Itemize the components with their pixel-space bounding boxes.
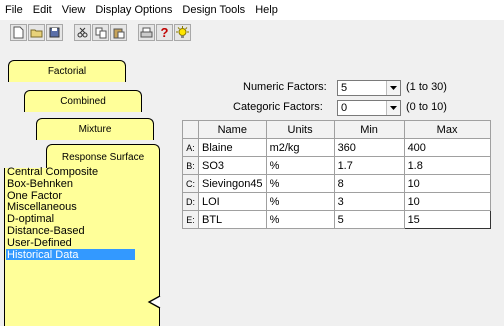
design-distance-based[interactable]: Distance-Based <box>6 225 146 237</box>
tab-mixture-label: Mixture <box>78 124 112 135</box>
tab-factorial-label: Factorial <box>47 66 87 77</box>
row-id: A: <box>182 138 199 157</box>
grid-header-row: Name Units Min Max <box>182 120 491 139</box>
table-row: A: Blaine m2/kg 360 400 <box>182 138 491 157</box>
design-user-defined[interactable]: User-Defined <box>6 237 146 249</box>
categoric-factors-range: (0 to 10) <box>406 101 447 113</box>
tab-combined[interactable]: Combined <box>24 90 142 112</box>
column-header-max: Max <box>403 120 491 139</box>
design-box-behnken[interactable]: Box-Behnken <box>6 178 146 190</box>
column-header-units: Units <box>265 120 335 139</box>
tab-combined-label: Combined <box>60 96 106 107</box>
chevron-down-icon[interactable] <box>386 101 400 115</box>
copy-icon[interactable] <box>92 24 109 41</box>
table-row: B: SO3 % 1.7 1.8 <box>182 156 491 175</box>
cell-max[interactable]: 1.8 <box>403 156 491 175</box>
numeric-factors-range: (1 to 30) <box>406 81 447 93</box>
cell-units[interactable]: % <box>265 174 335 193</box>
new-file-icon[interactable] <box>10 24 27 41</box>
cell-min[interactable]: 5 <box>333 210 405 229</box>
categoric-factors-label: Categoric Factors: <box>233 101 323 113</box>
cell-name[interactable]: SO3 <box>198 156 267 175</box>
tab-factorial[interactable]: Factorial <box>8 60 126 82</box>
table-row: D: LOI % 3 10 <box>182 192 491 211</box>
cell-units[interactable]: % <box>265 192 335 211</box>
categoric-factors-value: 0 <box>341 102 348 114</box>
cell-units[interactable]: % <box>265 156 335 175</box>
row-id: D: <box>182 192 199 211</box>
cell-max[interactable]: 10 <box>403 174 491 193</box>
cell-min[interactable]: 1.7 <box>333 156 405 175</box>
design-historical-data[interactable]: Historical Data <box>6 248 135 260</box>
menu-file[interactable]: File <box>0 4 28 16</box>
row-id: B: <box>182 156 199 175</box>
help-icon[interactable]: ? <box>156 24 173 41</box>
factor-grid: Name Units Min Max A: Blaine m2/kg 360 4… <box>182 120 491 229</box>
tab-mixture[interactable]: Mixture <box>36 118 154 140</box>
cell-name[interactable]: BTL <box>198 210 267 229</box>
row-id: E: <box>182 210 199 229</box>
save-icon[interactable] <box>46 24 63 41</box>
design-miscellaneous[interactable]: Miscellaneous <box>6 201 146 213</box>
table-row: E: BTL % 5 15 <box>182 210 491 229</box>
open-folder-icon[interactable] <box>28 24 45 41</box>
tab-response-surface-label: Response Surface <box>61 152 145 163</box>
cell-name[interactable]: Blaine <box>198 138 267 157</box>
tip-icon[interactable] <box>174 24 191 41</box>
paste-icon[interactable] <box>110 24 127 41</box>
column-header-name: Name <box>198 120 267 139</box>
grid-corner <box>182 120 199 139</box>
cell-max-editing[interactable]: 15 <box>403 210 491 229</box>
menu-display-options[interactable]: Display Options <box>90 4 177 16</box>
table-row: C: Sievingon45 % 8 10 <box>182 174 491 193</box>
column-header-min: Min <box>333 120 405 139</box>
print-icon[interactable] <box>138 24 155 41</box>
cell-units[interactable]: % <box>265 210 335 229</box>
numeric-factors-label: Numeric Factors: <box>243 81 327 93</box>
design-list: Central Composite Box-Behnken One Factor… <box>6 166 146 260</box>
categoric-factors-select[interactable]: 0 <box>337 100 401 116</box>
menu-design-tools[interactable]: Design Tools <box>177 4 250 16</box>
design-central-composite[interactable]: Central Composite <box>6 166 146 178</box>
cell-name[interactable]: Sievingon45 <box>198 174 267 193</box>
toolbar: ? <box>0 20 504 46</box>
cell-name[interactable]: LOI <box>198 192 267 211</box>
menu-bar: File Edit View Display Options Design To… <box>0 0 504 20</box>
menu-edit[interactable]: Edit <box>28 4 57 16</box>
cell-units[interactable]: m2/kg <box>265 138 335 157</box>
cut-icon[interactable] <box>74 24 91 41</box>
design-d-optimal[interactable]: D-optimal <box>6 213 146 225</box>
row-id: C: <box>182 174 199 193</box>
cell-max[interactable]: 400 <box>403 138 491 157</box>
chevron-down-icon[interactable] <box>386 81 400 95</box>
numeric-factors-select[interactable]: 5 <box>337 80 401 96</box>
cell-min[interactable]: 3 <box>333 192 405 211</box>
design-one-factor[interactable]: One Factor <box>6 190 146 202</box>
menu-help[interactable]: Help <box>250 4 283 16</box>
cell-min[interactable]: 8 <box>333 174 405 193</box>
cell-min[interactable]: 360 <box>333 138 405 157</box>
selection-arrow-icon <box>147 295 161 309</box>
numeric-factors-value: 5 <box>341 82 348 94</box>
menu-view[interactable]: View <box>57 4 91 16</box>
cell-max[interactable]: 10 <box>403 192 491 211</box>
